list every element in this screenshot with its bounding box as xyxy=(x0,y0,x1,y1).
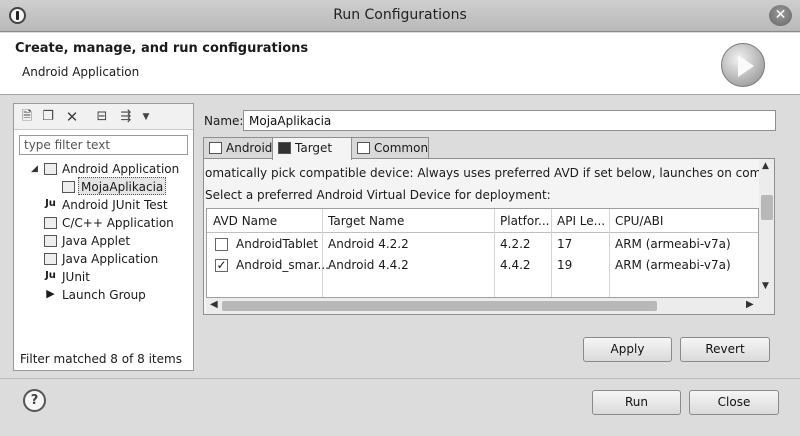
target-tab-content: omatically pick compatible device: Alway… xyxy=(203,158,775,315)
platform-cell: 4.4.2 xyxy=(500,258,531,272)
scrollbar-thumb[interactable] xyxy=(222,301,657,311)
title-bar: Run Configurations ✕ xyxy=(0,0,800,32)
column-header-cpu-abi[interactable]: CPU/ABI xyxy=(615,214,663,228)
java-app-icon xyxy=(44,253,57,265)
scroll-left-icon[interactable]: ◀ xyxy=(210,299,218,310)
table-row[interactable]: ✓ Android_smar... Android 4.4.2 4.4.2 19… xyxy=(207,255,758,276)
dropdown-arrow-icon[interactable]: ▼ xyxy=(138,109,154,125)
run-icon xyxy=(721,43,765,87)
avd-name-cell: AndroidTablet xyxy=(236,237,319,251)
tree-item-label: Android Application xyxy=(62,162,180,176)
name-input[interactable] xyxy=(243,110,776,131)
filter-input[interactable] xyxy=(19,135,188,155)
api-level-cell: 17 xyxy=(557,237,573,251)
name-label: Name: xyxy=(204,114,244,128)
tree-item-label: Launch Group xyxy=(62,288,146,302)
filter-icon[interactable]: ⇶ xyxy=(118,109,134,125)
android-tab-icon xyxy=(209,142,222,154)
tree-item-mojaaplikacia[interactable]: MojaAplikacia xyxy=(14,177,193,196)
tree-item-label: Java Application xyxy=(62,252,159,266)
banner-subheading: Android Application xyxy=(22,65,140,79)
tab-target[interactable]: Target xyxy=(272,137,352,160)
column-header-avd-name[interactable]: AVD Name xyxy=(213,214,277,228)
run-button[interactable]: Run xyxy=(592,390,681,415)
target-name-cell: Android 4.4.2 xyxy=(328,258,409,272)
avd-table: AVD Name Target Name Platfor... API Le..… xyxy=(206,208,759,298)
target-tab-icon xyxy=(278,142,291,154)
tab-common[interactable]: Common xyxy=(351,137,429,159)
tab-label: Android xyxy=(226,141,273,155)
tree-item-java-applet[interactable]: Java Applet xyxy=(14,232,193,250)
cpu-abi-cell: ARM (armeabi-v7a) xyxy=(615,258,731,272)
column-header-platform[interactable]: Platfor... xyxy=(500,214,549,228)
tab-android[interactable]: Android xyxy=(203,137,273,159)
api-level-cell: 19 xyxy=(557,258,573,272)
close-icon[interactable]: ✕ xyxy=(769,5,792,26)
filter-status: Filter matched 8 of 8 items xyxy=(20,352,182,366)
tree-item-java-application[interactable]: Java Application xyxy=(14,250,193,268)
avd-table-header: AVD Name Target Name Platfor... API Le..… xyxy=(207,209,758,233)
column-header-target-name[interactable]: Target Name xyxy=(328,214,404,228)
apply-button[interactable]: Apply xyxy=(583,337,672,362)
scroll-right-icon[interactable]: ▶ xyxy=(746,299,754,310)
configuration-list-panel: 🗎 ❐ ✕ ⊟ ⇶ ▼ ◢ Android Application MojaAp… xyxy=(13,103,194,371)
footer-divider xyxy=(0,378,800,379)
junit-icon: Ju xyxy=(45,270,56,281)
launch-group-icon: ▶ xyxy=(46,287,55,300)
auto-pick-text: omatically pick compatible device: Alway… xyxy=(205,166,775,180)
header-banner: Create, manage, and run configurations A… xyxy=(0,33,800,95)
vertical-scrollbar[interactable]: ▲ ▼ xyxy=(759,159,774,314)
tree-item-label: MojaAplikacia xyxy=(78,177,167,195)
tree-item-launch-group[interactable]: ▶ Launch Group xyxy=(14,286,193,304)
tree-item-junit[interactable]: Ju JUnit xyxy=(14,268,193,286)
tree-item-label: Android JUnit Test xyxy=(62,198,168,212)
tree-item-android-junit-test[interactable]: Ju Android JUnit Test xyxy=(14,196,193,214)
cpp-app-icon xyxy=(44,217,57,229)
target-name-cell: Android 4.2.2 xyxy=(328,237,409,251)
revert-button[interactable]: Revert xyxy=(680,337,770,362)
cpu-abi-cell: ARM (armeabi-v7a) xyxy=(615,237,731,251)
android-app-icon xyxy=(44,163,57,175)
help-icon[interactable]: ? xyxy=(23,389,46,412)
tab-label: Common xyxy=(374,141,429,155)
java-applet-icon xyxy=(44,235,57,247)
horizontal-scrollbar[interactable]: ◀ ▶ xyxy=(206,298,759,314)
junit-icon: Ju xyxy=(45,198,56,209)
collapse-all-icon[interactable]: ⊟ xyxy=(94,109,110,125)
platform-cell: 4.2.2 xyxy=(500,237,531,251)
banner-heading: Create, manage, and run configurations xyxy=(15,41,309,56)
tab-label: Target xyxy=(295,141,333,155)
tree-item-label: Java Applet xyxy=(62,234,131,248)
scrollbar-thumb[interactable] xyxy=(761,195,773,220)
scroll-down-icon[interactable]: ▼ xyxy=(762,281,769,291)
window-title: Run Configurations xyxy=(333,7,467,23)
config-toolbar: 🗎 ❐ ✕ ⊟ ⇶ ▼ xyxy=(14,104,193,130)
avd-checkbox[interactable]: ✓ xyxy=(215,259,228,272)
avd-name-cell: Android_smar... xyxy=(236,258,329,272)
tree-item-android-application[interactable]: ◢ Android Application xyxy=(14,160,193,178)
collapse-arrow-icon[interactable]: ◢ xyxy=(31,160,38,178)
new-configuration-icon[interactable]: 🗎 xyxy=(19,109,35,125)
duplicate-icon[interactable]: ❐ xyxy=(40,109,56,125)
common-tab-icon xyxy=(357,142,370,154)
select-avd-text: Select a preferred Android Virtual Devic… xyxy=(205,188,551,202)
tree-item-cpp-application[interactable]: C/C++ Application xyxy=(14,214,193,232)
android-app-icon xyxy=(62,181,75,193)
tree-item-label: JUnit xyxy=(62,270,90,284)
scroll-up-icon[interactable]: ▲ xyxy=(762,161,769,171)
table-row[interactable]: AndroidTablet Android 4.2.2 4.2.2 17 ARM… xyxy=(207,234,758,255)
column-header-api-level[interactable]: API Le... xyxy=(557,214,605,228)
tree-item-label: C/C++ Application xyxy=(62,216,174,230)
delete-icon[interactable]: ✕ xyxy=(64,109,80,125)
configuration-tree: ◢ Android Application MojaAplikacia Ju A… xyxy=(14,160,193,304)
close-button[interactable]: Close xyxy=(689,390,779,415)
avd-checkbox[interactable] xyxy=(215,238,228,251)
